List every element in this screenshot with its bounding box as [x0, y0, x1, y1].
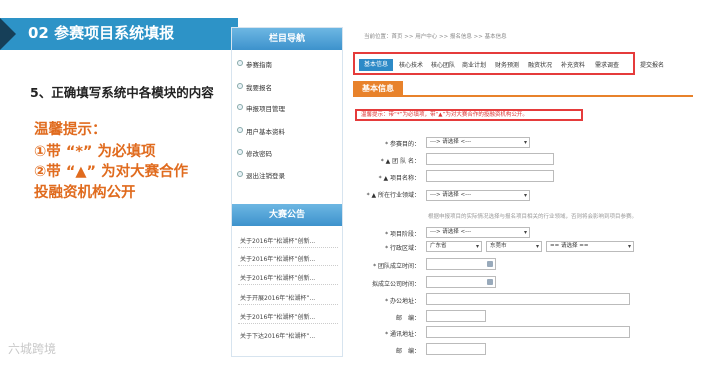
mail-zip-input[interactable]: [426, 343, 486, 355]
industry-hint: 根据申报项目的实际情况选择与报名项目相关的行业领域，否则将会影响到项目参赛。: [428, 214, 638, 220]
calendar-icon[interactable]: [487, 279, 493, 285]
tab-survey[interactable]: 需求调查: [595, 60, 619, 69]
field-label-zip: 邮 编：: [395, 315, 420, 322]
tab-core-team[interactable]: 核心团队: [431, 60, 455, 69]
field-label-stage: * 项目阶段：: [385, 231, 420, 238]
field-label-mail-address: * 通讯地址：: [385, 331, 420, 338]
sidebar-item-register[interactable]: 我要报名: [237, 82, 272, 92]
announcement-link[interactable]: 关于2016年“松湖杯”创新...: [240, 312, 315, 321]
tab-finance-forecast[interactable]: 财务预测: [495, 60, 519, 69]
field-label-team-date: * 团队成立时间：: [373, 263, 420, 270]
required-notice: 温馨提示：带“*”为必填项，带“▲”为对大赛合作的投融资机构公开。: [355, 109, 583, 121]
tab-supplement[interactable]: 补充资料: [561, 60, 585, 69]
tab-business-plan[interactable]: 商业计划: [462, 60, 486, 69]
calendar-icon[interactable]: [487, 261, 493, 267]
sidebar-item-label: 申报项目管理: [246, 105, 285, 113]
industry-select[interactable]: ---> 请选择 <---: [426, 190, 530, 201]
tab-bar-highlight: 基本信息 核心技术 核心团队 商业计划 财务预测 融资状况 补充资料 需求调查: [353, 52, 635, 75]
tip-line-public-cont: 投融资机构公开: [34, 185, 136, 201]
sidebar-item-label: 退出注销登录: [246, 172, 285, 180]
district-select[interactable]: == 请选择 ==: [546, 241, 634, 252]
field-label-zip-2: 邮 编：: [395, 348, 420, 355]
field-label-region: * 行政区域：: [385, 245, 420, 252]
sidebar-item-label: 用户基本资料: [246, 128, 285, 136]
sidebar-item-project-manage[interactable]: 申报项目管理: [237, 103, 285, 113]
sidebar-item-guide[interactable]: 参赛指南: [237, 59, 272, 69]
bullet-icon: [237, 171, 243, 177]
section-title: 基本信息: [353, 81, 403, 97]
field-label-company-date: 拟成立公司时间：: [371, 281, 420, 288]
header-arrow-icon: [0, 18, 16, 50]
divider: [238, 265, 338, 266]
bullet-icon: [237, 104, 243, 110]
tab-submit[interactable]: 提交报名: [640, 60, 664, 69]
field-label-team: * ▲ 团 队 名：: [380, 158, 420, 165]
sidebar-item-label: 我要报名: [246, 84, 272, 92]
field-label-project: * ▲ 项目名称：: [378, 175, 420, 182]
form-panel: 当前位置：首页 >> 用户中心 >> 报名信息 >> 基本信息 基本信息 核心技…: [350, 28, 695, 358]
divider: [238, 323, 338, 324]
company-date-input[interactable]: [426, 276, 496, 288]
divider: [238, 247, 338, 248]
province-select[interactable]: 广东省: [426, 241, 482, 252]
announcement-link[interactable]: 关于2016年“松湖杯”创新...: [240, 236, 315, 245]
bullet-icon: [237, 127, 243, 133]
announcement-link[interactable]: 关于2016年“松湖杯”创新...: [240, 254, 315, 263]
bullet-icon: [237, 60, 243, 66]
bullet-icon: [237, 149, 243, 155]
sidebar-item-label: 参赛指南: [246, 61, 272, 69]
tab-basic-info[interactable]: 基本信息: [359, 59, 393, 71]
announcement-link[interactable]: 关于下达2016年“松湖杯”...: [240, 331, 315, 340]
divider: [238, 284, 338, 285]
city-select[interactable]: 东莞市: [486, 241, 542, 252]
slide-title: 02 参赛项目系统填报: [28, 24, 175, 42]
team-name-input[interactable]: [426, 153, 554, 165]
field-label-office-address: * 办公地址：: [385, 298, 420, 305]
sidebar-panel: 栏目导航 参赛指南 我要报名 申报项目管理 用户基本资料 修改密码 退出注销登录…: [231, 27, 343, 357]
sidebar-nav-title: 栏目导航: [232, 28, 342, 50]
mail-address-input[interactable]: [426, 326, 630, 338]
tip-line-public: ②带 “▲” 为对大赛合作: [34, 164, 189, 180]
tip-line-required: ①带 “*” 为必填项: [34, 144, 156, 160]
field-label-industry: * ▲ 所在行业领域：: [366, 192, 420, 199]
project-name-input[interactable]: [426, 170, 554, 182]
sidebar-item-logout[interactable]: 退出注销登录: [237, 170, 285, 180]
goal-select[interactable]: ---> 请选择 <---: [426, 137, 530, 148]
bullet-icon: [237, 83, 243, 89]
sidebar-item-label: 修改密码: [246, 150, 272, 158]
sidebar-item-user-profile[interactable]: 用户基本资料: [237, 126, 285, 136]
watermark-logo: 六城跨境: [8, 342, 57, 356]
office-zip-input[interactable]: [426, 310, 486, 322]
section-underline: [353, 81, 693, 97]
sidebar-item-change-password[interactable]: 修改密码: [237, 148, 272, 158]
field-label-goal: * 参赛目的：: [385, 141, 420, 148]
tab-funding-status[interactable]: 融资状况: [528, 60, 552, 69]
sidebar-announcement-title: 大赛公告: [232, 204, 342, 226]
tab-core-tech[interactable]: 核心技术: [399, 60, 423, 69]
tip-heading: 温馨提示：: [34, 122, 107, 138]
announcement-link[interactable]: 关于开展2016年“松湖杯”...: [240, 293, 315, 302]
office-address-input[interactable]: [426, 293, 630, 305]
stage-select[interactable]: ---> 请选择 <---: [426, 227, 530, 238]
breadcrumb: 当前位置：首页 >> 用户中心 >> 报名信息 >> 基本信息: [364, 34, 507, 40]
announcement-link[interactable]: 关于2016年“松湖杯”创新...: [240, 273, 315, 282]
divider: [238, 304, 338, 305]
slide-subtitle: 5、正确填写系统中各模块的内容: [30, 85, 214, 100]
team-date-input[interactable]: [426, 258, 496, 270]
